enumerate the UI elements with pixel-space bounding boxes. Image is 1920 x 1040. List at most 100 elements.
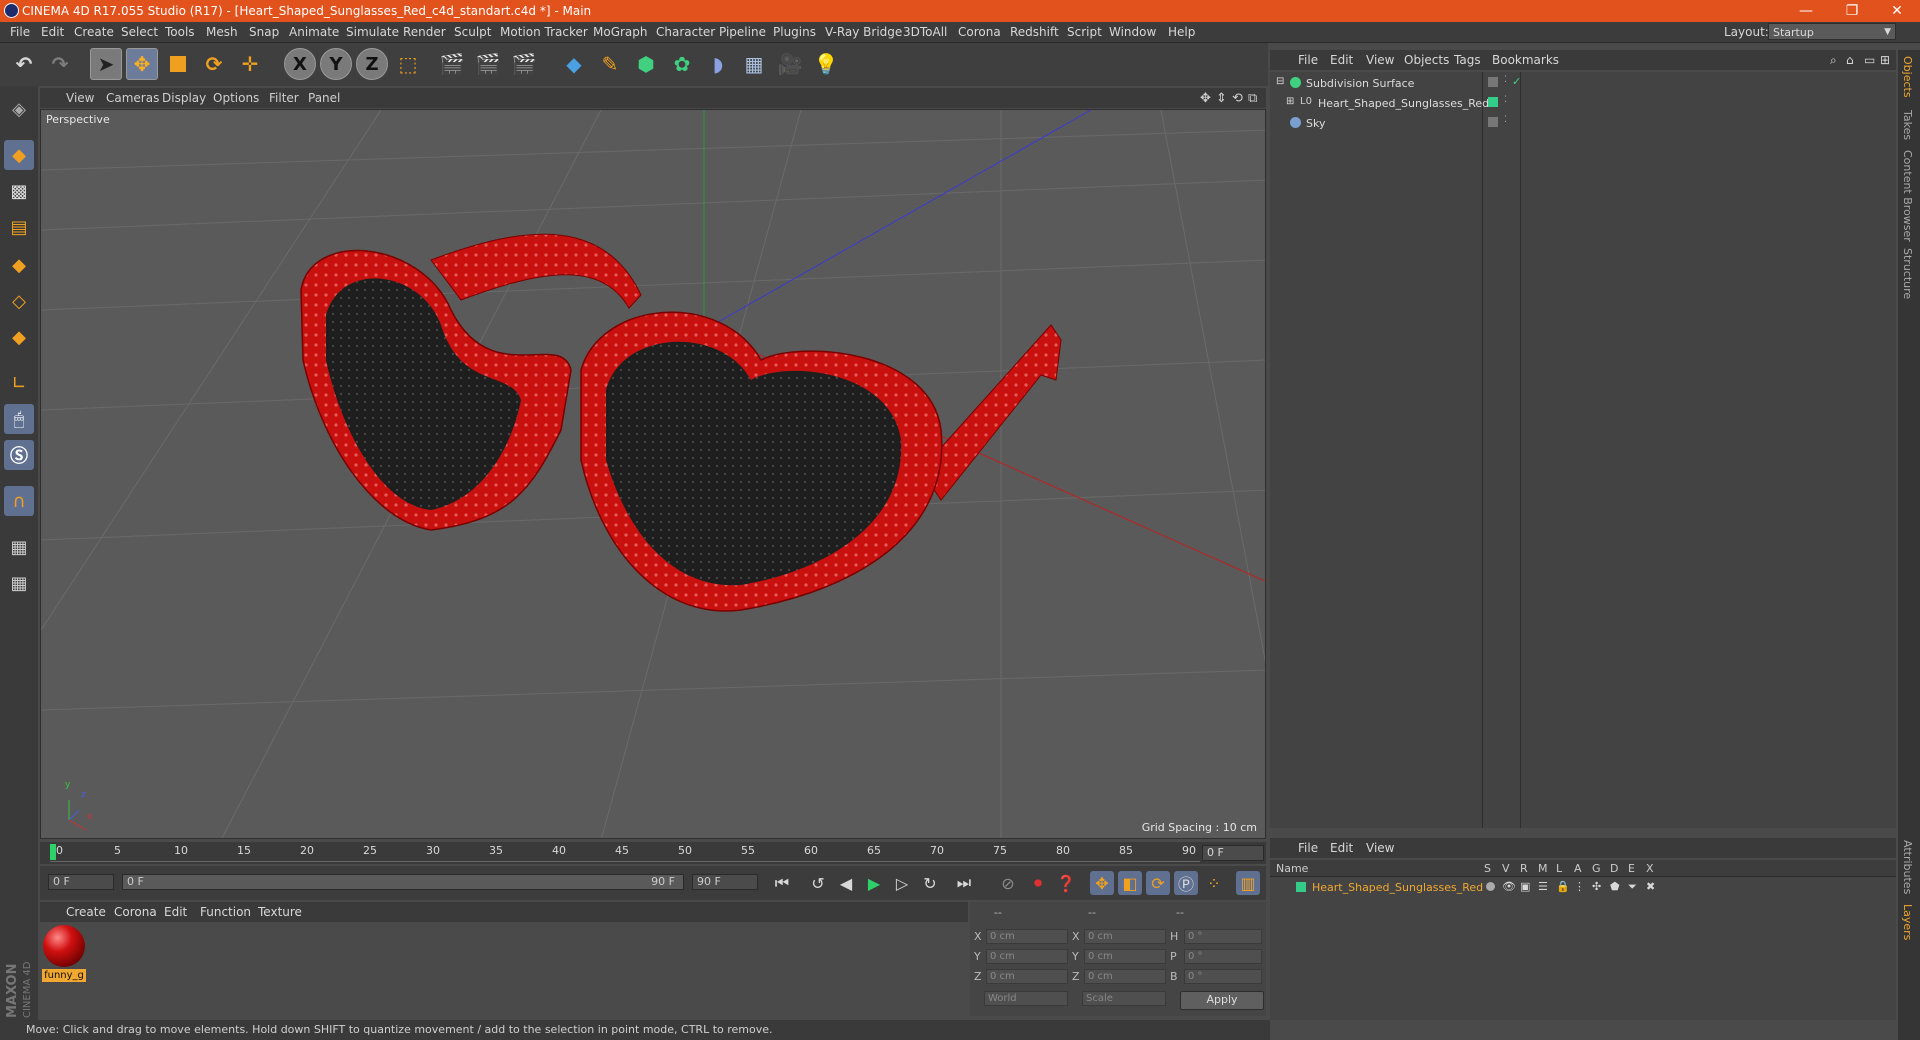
menu-corona[interactable]: Corona [958,25,1001,39]
object-row-sky[interactable]: Sky ⁚ [1272,114,1894,133]
redo-button[interactable]: ↷ [44,48,76,80]
layer-color-swatch[interactable] [1296,882,1306,892]
rotation-b-field[interactable]: 0 ° [1184,969,1262,984]
tab-attributes[interactable]: Attributes [1901,840,1914,894]
menu-edit[interactable]: Edit [41,25,64,39]
view-toggle-icon[interactable]: 👁 [1502,880,1516,893]
next-frame-button[interactable]: ▷ [890,871,914,895]
previous-key-button[interactable]: ↺ [806,871,830,895]
points-mode-button[interactable]: ◆ [4,250,34,280]
object-menu-bookmarks[interactable]: Bookmarks [1492,53,1559,67]
perspective-viewport[interactable]: Perspective y z x Grid Spacing : 10 cm [40,109,1266,839]
size-mode-dropdown[interactable]: Scale [1082,991,1166,1006]
viewport-menu-display[interactable]: Display [162,91,206,105]
visibility-dots-icon[interactable]: ⁚ [1504,75,1507,85]
add-cube-button[interactable]: ◆ [558,48,590,80]
tweak-mode-button[interactable]: 🖱 [4,404,34,434]
add-floor-button[interactable]: ▦ [738,48,770,80]
start-frame-field[interactable]: 0 F [48,874,114,890]
size-z-field[interactable]: 0 cm [1084,969,1166,984]
layer-menu-view[interactable]: View [1366,841,1394,855]
workplane-mode-button[interactable]: ▤ [4,212,34,242]
menu-3dtoall[interactable]: 3DToAll [903,25,947,39]
material-menu-corona[interactable]: Corona [114,905,157,919]
position-x-field[interactable]: 0 cm [986,929,1068,944]
solo-toggle-icon[interactable] [1486,882,1495,891]
visibility-dots-icon[interactable]: ⁚ [1504,95,1507,105]
menu-window[interactable]: Window [1109,25,1156,39]
menu-vray-bridge[interactable]: V-Ray Bridge [825,25,902,39]
menu-create[interactable]: Create [74,25,114,39]
menu-tools[interactable]: Tools [165,25,195,39]
tab-structure[interactable]: Structure [1901,248,1914,299]
close-button[interactable]: ✕ [1874,0,1920,22]
maximize-view-icon[interactable]: ⧉ [1248,91,1257,106]
expand-icon[interactable]: ⊞ [1880,53,1890,67]
coordinate-mode-dropdown[interactable]: World [984,991,1068,1006]
record-keys-button[interactable]: ⊘ [996,871,1020,895]
go-to-end-button[interactable]: ⏭ [952,871,976,895]
material-menu-edit[interactable]: Edit [164,905,187,919]
add-camera-button[interactable]: 🎥 [774,48,806,80]
texture-mode-button[interactable]: ▩ [4,176,34,206]
live-selection-button[interactable]: ➤ [90,48,122,80]
visibility-dots-icon[interactable]: ⁚ [1504,115,1507,125]
menu-mograph[interactable]: MoGraph [593,25,648,39]
animation-toggle-icon[interactable]: ⋮ [1574,880,1585,893]
viewport-menu-options[interactable]: Options [213,91,259,105]
menu-motion-tracker[interactable]: Motion Tracker [500,25,588,39]
home-icon[interactable]: ⌂ [1846,53,1854,67]
scale-tool-button[interactable] [162,48,194,80]
render-view-button[interactable]: 🎬 [436,48,468,80]
render-picture-viewer-button[interactable]: 🎬 [472,48,504,80]
layer-color-swatch[interactable] [1488,97,1498,107]
collapse-icon[interactable]: ⊟ [1276,76,1284,87]
viewport-menu-view[interactable]: View [66,91,94,105]
current-frame-field[interactable]: 0 F [1202,845,1264,861]
menu-file[interactable]: File [10,25,30,39]
polygons-mode-button[interactable]: ◆ [4,322,34,352]
move-tool-button[interactable]: ✥ [126,48,158,80]
apply-button[interactable]: Apply [1180,991,1264,1010]
object-menu-view[interactable]: View [1366,53,1394,67]
layer-menu-file[interactable]: File [1298,841,1318,855]
tab-content-browser[interactable]: Content Browser [1901,150,1914,242]
menu-snap[interactable]: Snap [249,25,279,39]
end-frame-field[interactable]: 90 F [692,874,758,890]
viewport-menu-filter[interactable]: Filter [269,91,299,105]
timeline-window-button[interactable]: ▥ [1236,871,1260,895]
snap-button[interactable]: ∩ [4,486,34,516]
y-axis-lock-button[interactable]: Y [320,48,352,80]
previous-frame-button[interactable]: ◀ [834,871,858,895]
object-menu-tags[interactable]: Tags [1454,53,1481,67]
key-rotation-button[interactable]: ⟳ [1146,871,1170,895]
deformers-toggle-icon[interactable]: ⬟ [1610,880,1620,893]
minimize-button[interactable]: — [1783,0,1829,22]
expand-icon[interactable]: ⊞ [1286,96,1294,107]
menu-pipeline[interactable]: Pipeline [719,25,766,39]
menu-redshift[interactable]: Redshift [1010,25,1059,39]
viewport-menu-panel[interactable]: Panel [308,91,340,105]
search-icon[interactable]: ⌕ [1830,53,1837,68]
rotate-tool-button[interactable]: ⟳ [198,48,230,80]
material-menu-function[interactable]: Function [200,905,251,919]
position-y-field[interactable]: 0 cm [986,949,1068,964]
key-scale-button[interactable]: ◧ [1118,871,1142,895]
manager-toggle-icon[interactable]: ☰ [1538,880,1548,893]
add-nurbs-button[interactable]: ⬢ [630,48,662,80]
layout-dropdown[interactable]: Startup ▼ [1768,23,1896,40]
menu-script[interactable]: Script [1067,25,1102,39]
layer-icon[interactable] [1488,77,1498,87]
rotate-view-icon[interactable]: ⟲ [1232,91,1243,106]
material-name-label[interactable]: funny_g [42,969,86,982]
menu-help[interactable]: Help [1168,25,1195,39]
make-editable-button[interactable]: ◈ [4,94,34,124]
key-position-button[interactable]: ✥ [1090,871,1114,895]
rotation-h-field[interactable]: 0 ° [1184,929,1262,944]
object-menu-edit[interactable]: Edit [1330,53,1353,67]
tab-layers[interactable]: Layers [1901,904,1914,940]
enabled-check-icon[interactable]: ✓ [1512,75,1521,88]
menu-simulate[interactable]: Simulate [346,25,399,39]
add-array-button[interactable]: ✿ [666,48,698,80]
render-settings-button[interactable]: 🎬 [508,48,540,80]
